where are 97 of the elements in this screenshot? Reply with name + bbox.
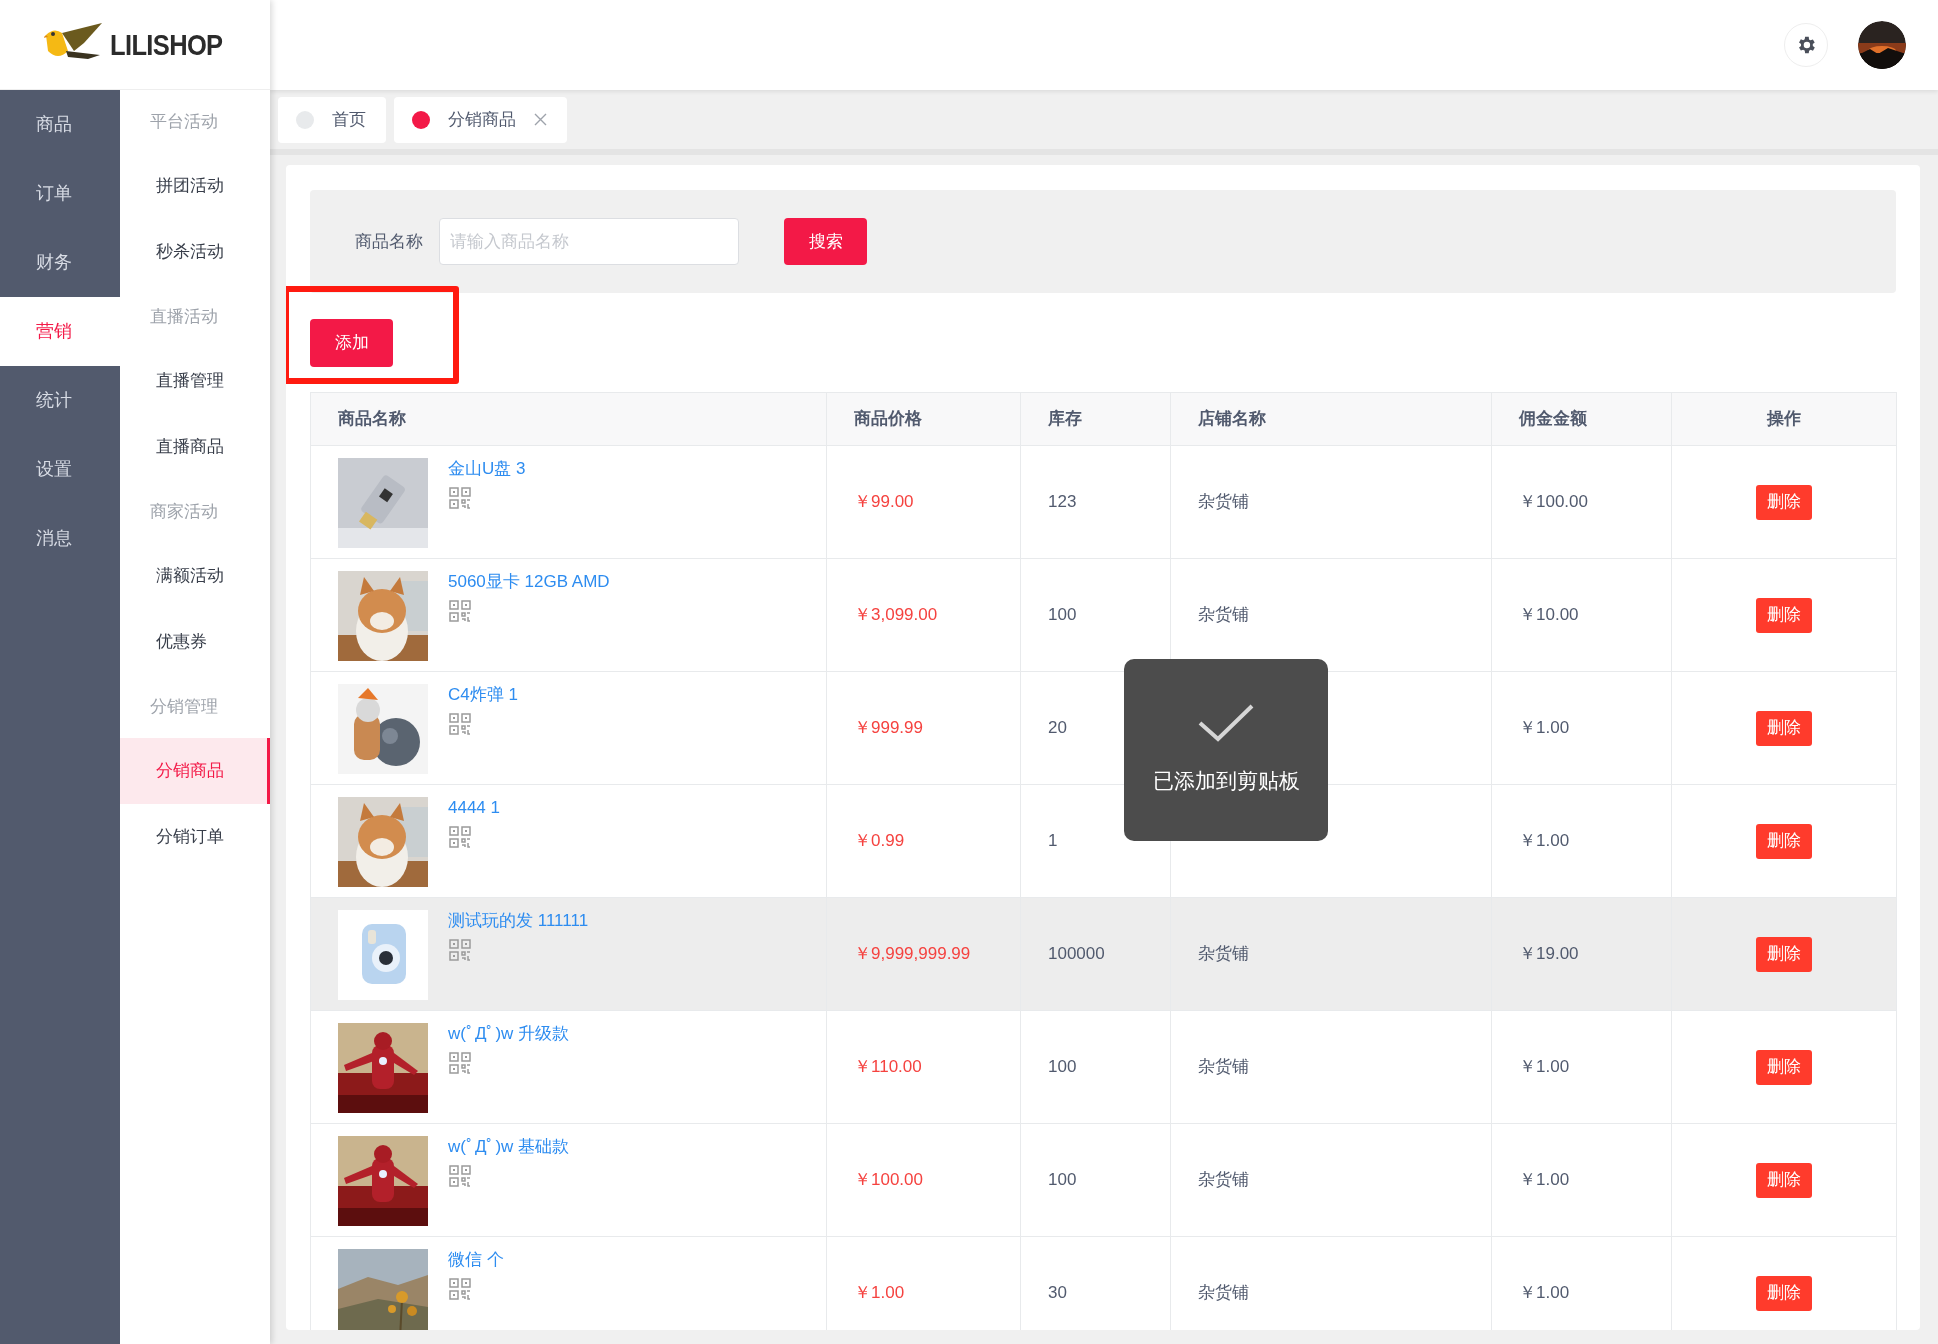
qr-code-icon[interactable]: [448, 1277, 472, 1301]
delete-button[interactable]: 删除: [1756, 1162, 1812, 1198]
store-name: 杂货铺: [1198, 1170, 1249, 1190]
store-name: 杂货铺: [1198, 1283, 1249, 1303]
menu-group-title: 商家活动: [149, 500, 219, 523]
stock-text: 30: [1048, 1283, 1067, 1303]
logo-text: LILISHOP: [109, 27, 223, 63]
field-label: 商品名称: [355, 230, 423, 253]
menu-item[interactable]: 满额活动: [120, 543, 270, 609]
nav-item[interactable]: 营销: [0, 297, 120, 366]
column-header: 商品价格: [826, 392, 1021, 446]
table-row[interactable]: 微信 个 ￥1.00 30 杂货铺 ￥1.00 删除: [310, 1236, 1897, 1330]
tab[interactable]: 首页: [278, 96, 386, 143]
stock-text: 20: [1048, 718, 1067, 738]
price-text: ￥99.00: [854, 492, 914, 512]
qr-code-icon[interactable]: [448, 1051, 472, 1075]
qr-code-icon[interactable]: [448, 825, 472, 849]
nav-item[interactable]: 商品: [0, 90, 120, 159]
product-link[interactable]: w(ﾟДﾟ)w 基础款: [448, 1136, 570, 1158]
delete-button[interactable]: 删除: [1756, 1049, 1812, 1085]
checkmark-icon: [1198, 703, 1254, 744]
price-text: ￥0.99: [854, 831, 905, 851]
product-link[interactable]: 金山U盘 3: [448, 458, 526, 480]
qr-code-icon[interactable]: [448, 938, 472, 962]
table-row[interactable]: 5060显卡 12GB AMD ￥3,099.00 100 杂货铺 ￥10.00 删除: [310, 558, 1897, 672]
menu-group-title: 直播活动: [149, 305, 219, 328]
price-text: ￥100.00: [854, 1170, 923, 1190]
menu-item[interactable]: 直播管理: [120, 348, 270, 414]
menu-item[interactable]: 秒杀活动: [120, 219, 270, 285]
tab-label: 分销商品: [448, 108, 516, 131]
nav-item[interactable]: 统计: [0, 366, 120, 435]
column-header: 店铺名称: [1170, 392, 1492, 446]
add-button[interactable]: 添加: [310, 318, 393, 367]
menu-item[interactable]: 分销商品: [120, 738, 270, 804]
qr-code-icon[interactable]: [448, 712, 472, 736]
column-header: 库存: [1020, 392, 1171, 446]
menu-group-title: 分销管理: [149, 695, 219, 718]
nav-item[interactable]: 消息: [0, 504, 120, 573]
close-icon[interactable]: [534, 113, 547, 126]
tab-label: 首页: [332, 108, 366, 131]
product-link[interactable]: C4炸弹 1: [448, 684, 518, 706]
qr-code-icon[interactable]: [448, 599, 472, 623]
delete-button[interactable]: 删除: [1756, 936, 1812, 972]
price-text: ￥9,999,999.99: [854, 944, 971, 964]
table-row[interactable]: 测试玩的发 111111 ￥9,999,999.99 100000 杂货铺 ￥19.00 删除: [310, 897, 1897, 1011]
product-link[interactable]: 微信 个: [448, 1249, 504, 1271]
menu-group-title: 平台活动: [149, 110, 219, 133]
search-field[interactable]: 请输入商品名称: [439, 218, 739, 265]
product-link[interactable]: 4444 1: [448, 797, 500, 819]
menu-item[interactable]: 拼团活动: [120, 153, 270, 219]
qr-code-icon[interactable]: [448, 486, 472, 510]
store-name: 杂货铺: [1198, 1057, 1249, 1077]
store-name: 杂货铺: [1198, 944, 1249, 964]
nav-item[interactable]: 设置: [0, 435, 120, 504]
stock-text: 100000: [1048, 944, 1105, 964]
stock-text: 1: [1048, 831, 1058, 851]
table-row[interactable]: 金山U盘 3 ￥99.00 123 杂货铺 ￥100.00 删除: [310, 445, 1897, 559]
stock-text: 100: [1048, 605, 1077, 625]
table-row[interactable]: w(ﾟДﾟ)w 升级款 ￥110.00 100 杂货铺 ￥1.00 删除: [310, 1010, 1897, 1124]
store-name: 杂货铺: [1198, 605, 1249, 625]
table-row[interactable]: w(ﾟДﾟ)w 基础款 ￥100.00 100 杂货铺 ￥1.00 删除: [310, 1123, 1897, 1237]
commission-text: ￥1.00: [1519, 718, 1570, 738]
commission-text: ￥1.00: [1519, 1170, 1570, 1190]
stock-text: 123: [1048, 492, 1077, 512]
product-link[interactable]: w(ﾟДﾟ)w 升级款: [448, 1023, 570, 1045]
menu-item[interactable]: 优惠券: [120, 609, 270, 675]
menu-item[interactable]: 直播商品: [120, 414, 270, 480]
settings-button[interactable]: [1784, 23, 1828, 67]
qr-code-icon[interactable]: [448, 1164, 472, 1188]
delete-button[interactable]: 删除: [1756, 823, 1812, 859]
search-button[interactable]: 搜索: [784, 218, 867, 265]
menu-item[interactable]: 分销订单: [120, 804, 270, 870]
nav-item[interactable]: 订单: [0, 159, 120, 228]
commission-text: ￥1.00: [1519, 1283, 1570, 1303]
store-name: 杂货铺: [1198, 492, 1249, 512]
stock-text: 100: [1048, 1170, 1077, 1190]
column-header: 商品名称: [310, 392, 827, 446]
price-text: ￥1.00: [854, 1283, 905, 1303]
commission-text: ￥100.00: [1519, 492, 1588, 512]
commission-text: ￥1.00: [1519, 1057, 1570, 1077]
price-text: ￥3,099.00: [854, 605, 938, 625]
product-link[interactable]: 测试玩的发 111111: [448, 910, 589, 932]
price-text: ￥999.99: [854, 718, 923, 738]
delete-button[interactable]: 删除: [1756, 1275, 1812, 1311]
column-header: 操作: [1671, 392, 1897, 446]
tab[interactable]: 分销商品: [394, 96, 567, 143]
commission-text: ￥1.00: [1519, 831, 1570, 851]
commission-text: ￥10.00: [1519, 605, 1579, 625]
commission-text: ￥19.00: [1519, 944, 1579, 964]
delete-button[interactable]: 删除: [1756, 484, 1812, 520]
nav-item[interactable]: 财务: [0, 228, 120, 297]
column-header: 佣金金额: [1491, 392, 1672, 446]
delete-button[interactable]: 删除: [1756, 710, 1812, 746]
delete-button[interactable]: 删除: [1756, 597, 1812, 633]
product-link[interactable]: 5060显卡 12GB AMD: [448, 571, 610, 593]
price-text: ￥110.00: [854, 1057, 922, 1077]
stock-text: 100: [1048, 1057, 1077, 1077]
